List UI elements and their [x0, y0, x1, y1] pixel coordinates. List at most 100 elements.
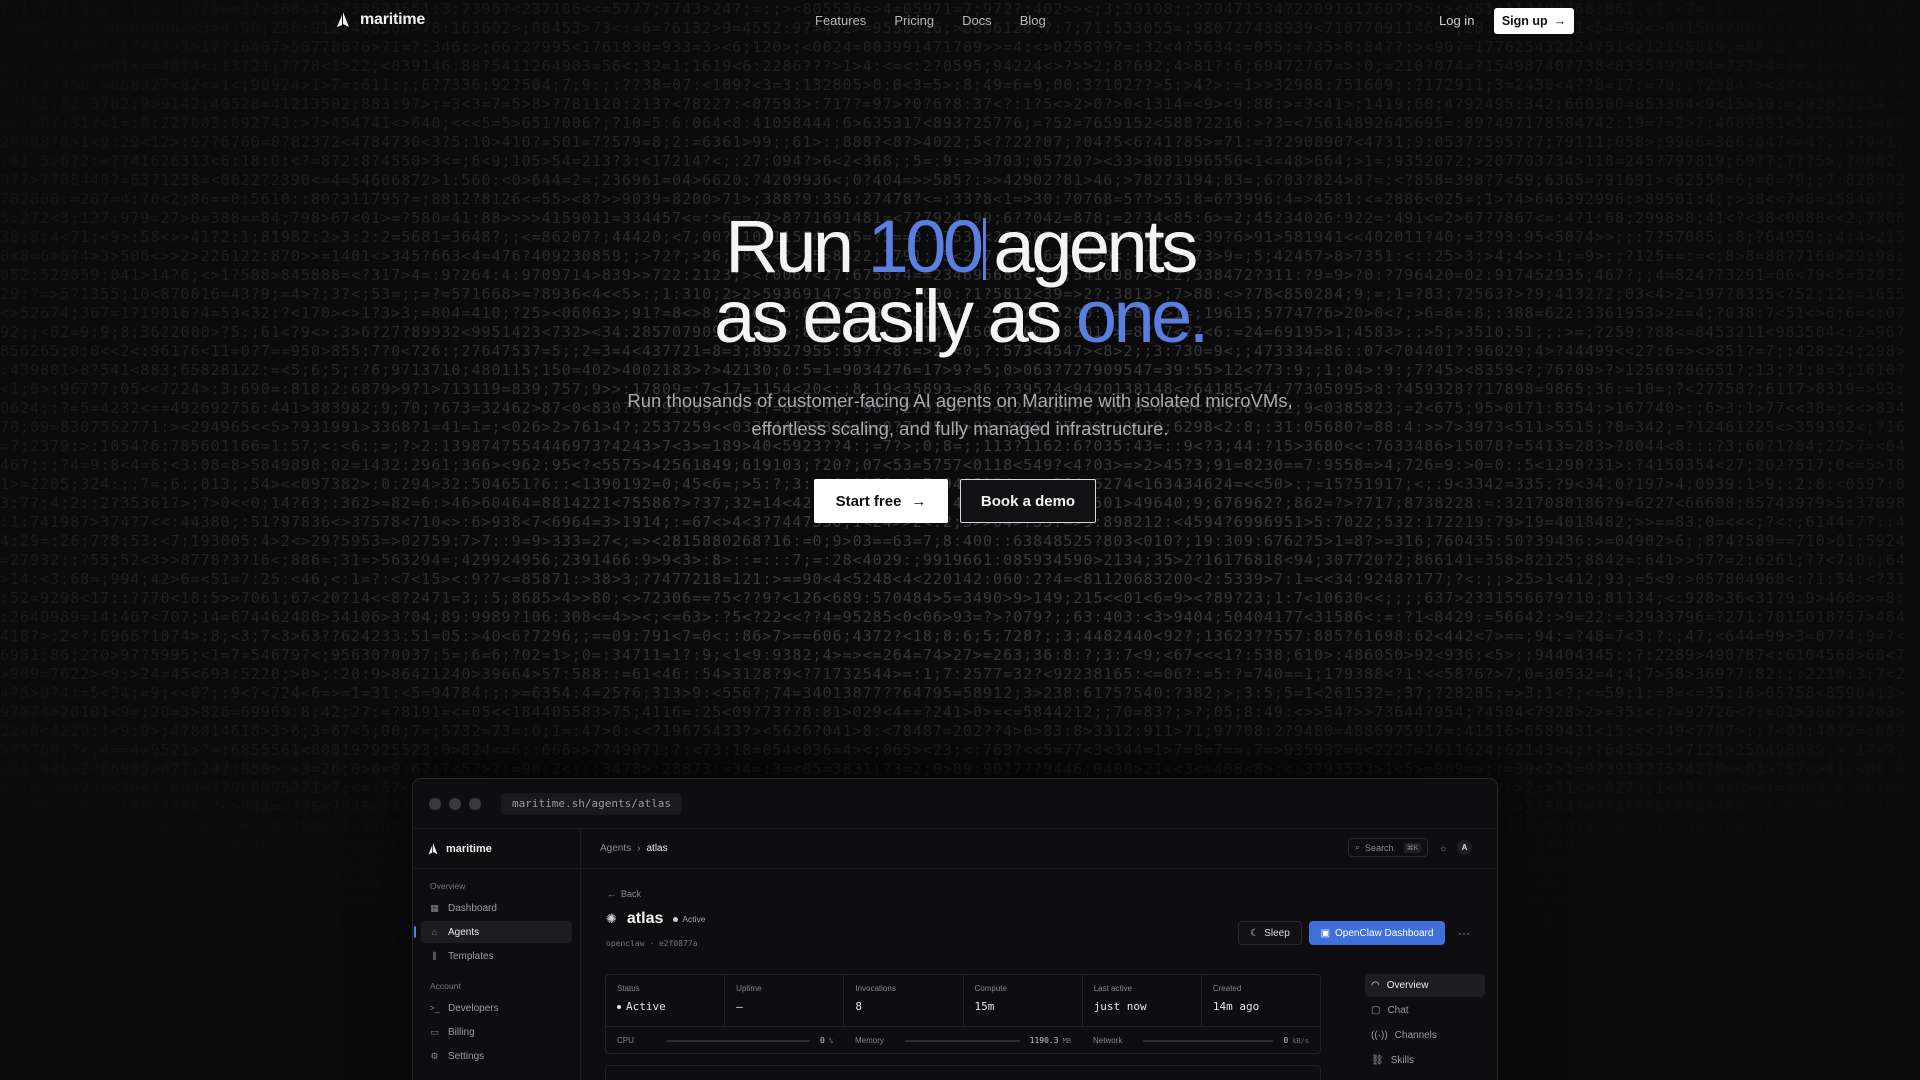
meter-track: [667, 1039, 810, 1042]
meter-label: Memory: [855, 1036, 884, 1045]
agent-detail-card: [605, 1065, 1321, 1080]
stat-value: 8: [855, 1000, 862, 1013]
url-bar: maritime.sh/agents/atlas: [501, 793, 682, 815]
meter-value: 0: [819, 1036, 825, 1045]
sidebar-section-overview: Overview: [430, 881, 466, 891]
app-preview-window: maritime.sh/agents/atlas maritime Overvi…: [412, 778, 1498, 1080]
meter-label: Network: [1093, 1036, 1123, 1045]
terminal-icon: >_: [429, 1003, 440, 1013]
nav-link-blog[interactable]: Blog: [1020, 13, 1046, 28]
nav-link-features[interactable]: Features: [815, 13, 866, 28]
meter-memory: Memory 1190.3 MB: [844, 1027, 1082, 1054]
breadcrumb-current: atlas: [646, 843, 668, 854]
sidebar-item-label: Billing: [448, 1026, 475, 1038]
start-free-label: Start free: [835, 492, 902, 510]
stat-value: just now: [1093, 1000, 1147, 1013]
sidebar-item-developers[interactable]: >_ Developers: [421, 997, 572, 1019]
stat-value: Active: [626, 1000, 666, 1013]
sidebar-item-templates[interactable]: ⫼ Templates: [421, 945, 572, 967]
library-icon: ⫼: [432, 950, 437, 961]
sleep-label: Sleep: [1264, 927, 1290, 939]
stat-label: Status: [617, 984, 640, 993]
window-close-dot: [429, 798, 441, 810]
meter-track: [1143, 1039, 1274, 1042]
stat-label: Compute: [974, 984, 1007, 993]
stat-compute: Compute 15m: [964, 975, 1083, 1026]
credit-card-icon: ▭: [430, 1026, 439, 1037]
sidebar-item-label: Settings: [448, 1050, 485, 1062]
window-maximize-dot: [469, 798, 481, 810]
more-options-icon[interactable]: ···: [1452, 921, 1476, 945]
login-link[interactable]: Log in: [1439, 13, 1474, 28]
sidebar-item-label: Templates: [448, 950, 494, 962]
status-badge: Active: [673, 914, 706, 924]
stat-value: 14m ago: [1212, 1000, 1260, 1013]
avatar[interactable]: A: [1457, 840, 1472, 855]
tab-chat[interactable]: ▢ Chat: [1365, 999, 1485, 1022]
tab-skills[interactable]: ⛓ Skills: [1365, 1049, 1485, 1072]
meter-value: 0: [1283, 1036, 1289, 1045]
app-main: Agents › atlas ⌕ Search ⌘K ☼ A ← Back ✺ …: [581, 829, 1497, 1080]
start-free-button[interactable]: Start free →: [814, 479, 948, 523]
agent-section-nav: ◠ Overview ▢ Chat ((·)) Channels ⛓ Skill…: [1365, 974, 1485, 1074]
search-shortcut: ⌘K: [1403, 842, 1422, 853]
stat-uptime: Uptime –: [725, 975, 845, 1026]
hero-title-one: one.: [1075, 275, 1210, 358]
breadcrumb-agents[interactable]: Agents: [600, 843, 631, 854]
tab-channels[interactable]: ((·)) Channels: [1365, 1024, 1485, 1047]
stat-value: 15m: [974, 1000, 995, 1013]
dashboard-window-icon: ▣: [1320, 927, 1331, 939]
openclaw-dashboard-button[interactable]: ▣ OpenClaw Dashboard: [1309, 921, 1445, 945]
tab-overview[interactable]: ◠ Overview: [1365, 974, 1485, 997]
sidebar-item-dashboard[interactable]: ▦ Dashboard: [421, 897, 572, 919]
sail-logo-icon: [428, 842, 438, 854]
brand-name: maritime: [360, 11, 426, 28]
tab-label: Overview: [1386, 980, 1429, 991]
chat-bubble-icon: ▢: [1371, 1005, 1381, 1016]
signup-button[interactable]: Sign up →: [1494, 8, 1574, 34]
stat-invocations: Invocations 8: [844, 975, 964, 1026]
hero-subtitle-line2: effortless scaling, and fully managed in…: [751, 418, 1169, 439]
stat-label: Last active: [1093, 984, 1132, 993]
nav-link-docs[interactable]: Docs: [962, 13, 992, 28]
moon-icon: ☾: [1250, 927, 1260, 939]
tab-label: Chat: [1387, 1005, 1409, 1016]
link-icon: ⛓: [1371, 1055, 1384, 1066]
status-dot-icon: [617, 1004, 621, 1009]
sidebar-section-account: Account: [430, 981, 461, 991]
gauge-icon: ◠: [1371, 980, 1380, 991]
hero-title-line2: as easily as: [714, 275, 1062, 358]
nav-link-pricing[interactable]: Pricing: [894, 13, 934, 28]
stat-last-active: Last active just now: [1083, 975, 1202, 1026]
top-nav: maritime Features Pricing Docs Blog Log …: [0, 0, 1920, 42]
brand-logo-link[interactable]: maritime: [335, 11, 425, 29]
openclaw-dashboard-label: OpenClaw Dashboard: [1335, 927, 1434, 939]
chevron-right-icon: ›: [637, 843, 641, 854]
meter-value: 1190.3: [1029, 1036, 1059, 1045]
agent-stats-card: Status Active Uptime – Invocations 8 Com…: [605, 974, 1321, 1054]
agent-header: ✺ atlas Active: [606, 910, 706, 928]
back-link[interactable]: ← Back: [607, 889, 641, 899]
meter-cpu: CPU 0 %: [606, 1027, 844, 1054]
hero-subtitle: Run thousands of customer-facing AI agen…: [560, 387, 1360, 443]
search-button[interactable]: ⌕ Search ⌘K: [1348, 838, 1428, 857]
meter-network: Network 0 kB/s: [1082, 1027, 1320, 1054]
sidebar-item-agents[interactable]: ⌂ Agents: [414, 921, 572, 943]
stat-label: Created: [1212, 984, 1242, 993]
book-demo-button[interactable]: Book a demo: [960, 479, 1096, 523]
sidebar-item-label: Agents: [448, 926, 480, 938]
primary-nav: Features Pricing Docs Blog: [815, 13, 1046, 28]
sidebar-item-billing[interactable]: ▭ Billing: [421, 1021, 572, 1043]
search-icon: ⌕: [1355, 842, 1361, 852]
agent-meta: openclaw · e2f0877a: [606, 939, 698, 948]
stat-created: Created 14m ago: [1202, 975, 1320, 1026]
theme-toggle-sun-icon[interactable]: ☼: [1436, 840, 1451, 855]
sidebar-item-settings[interactable]: ⚙ Settings: [421, 1045, 572, 1067]
sleep-button[interactable]: ☾ Sleep: [1238, 921, 1302, 945]
meter-unit: %: [828, 1036, 833, 1045]
sail-logo-icon: [337, 12, 349, 27]
window-minimize-dot: [449, 798, 461, 810]
breadcrumb: Agents › atlas: [600, 843, 668, 854]
status-badge-label: Active: [682, 914, 706, 924]
hero-title: Run 100 agents as easily as one.: [0, 210, 1920, 354]
